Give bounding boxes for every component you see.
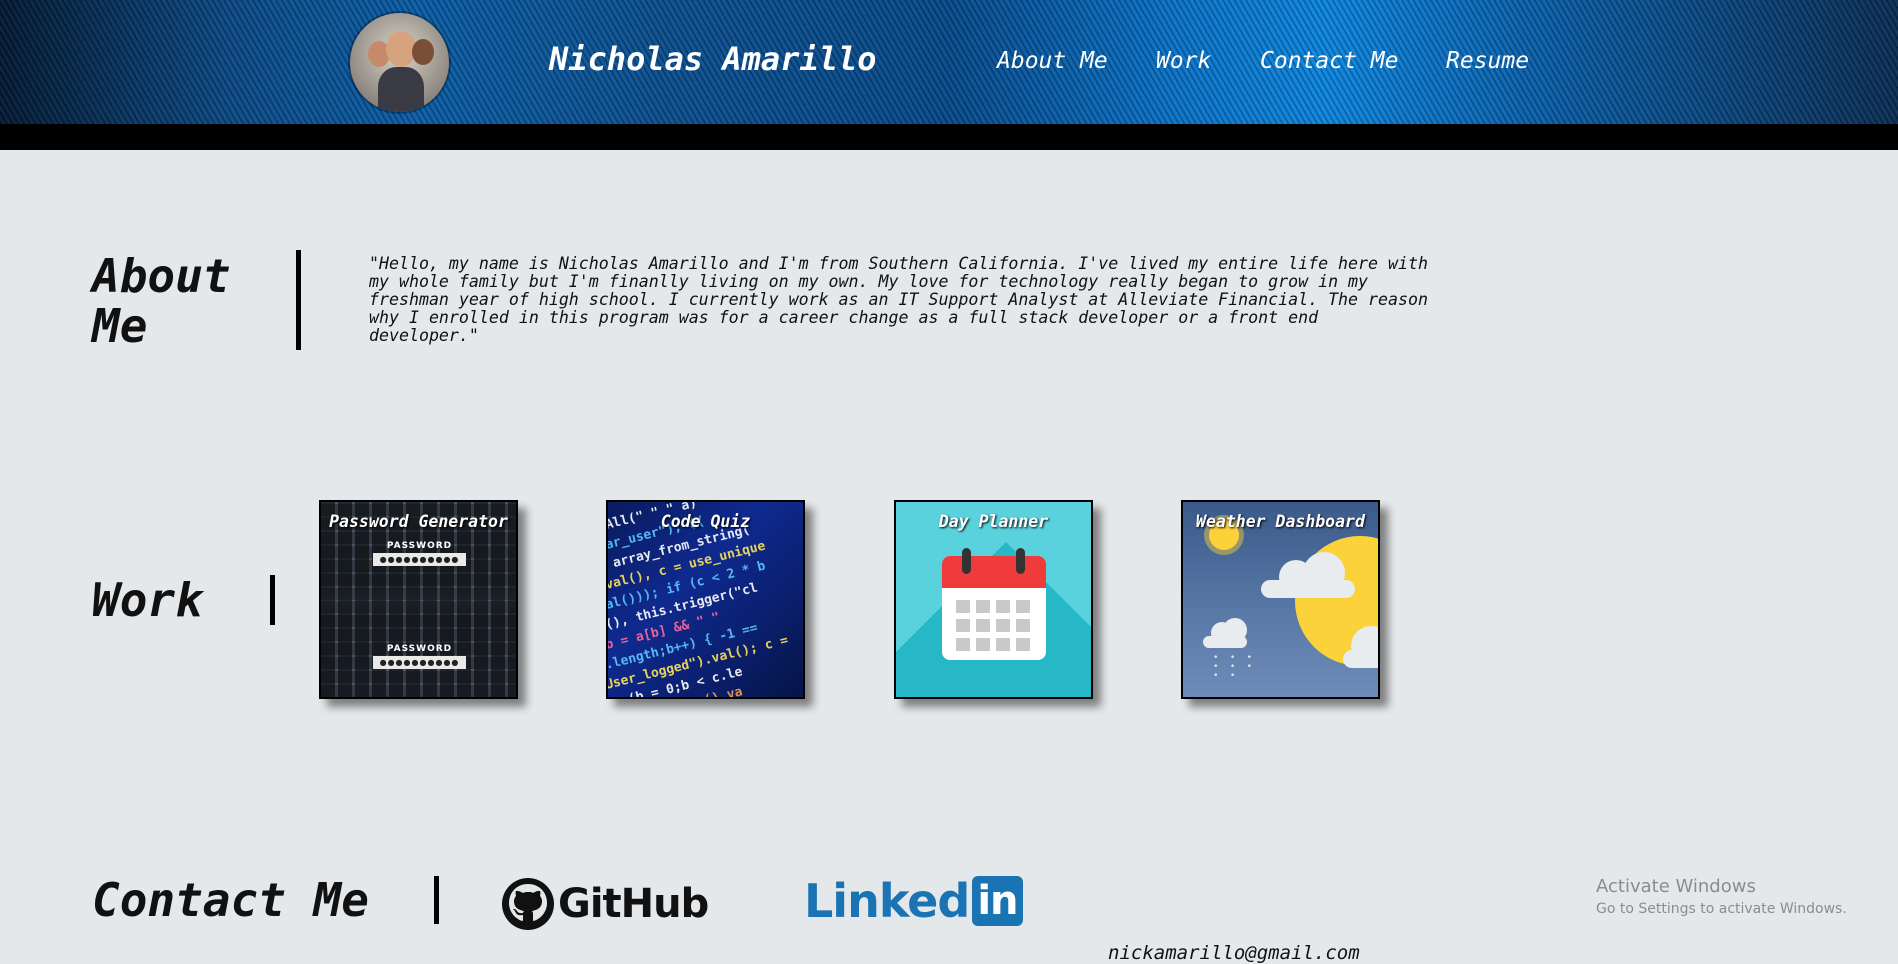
linkedin-link[interactable]: Linked in (804, 874, 1023, 928)
activate-windows-title: Activate Windows (1596, 876, 1756, 897)
calendar-ring (962, 548, 971, 574)
password-caption: PASSWORD (386, 644, 453, 654)
project-label: Code Quiz (660, 512, 751, 531)
linkedin-wordmark: Linked (804, 874, 970, 928)
header-divider-bar (0, 124, 1898, 150)
github-wordmark: GitHub (558, 881, 709, 927)
project-label: Day Planner (938, 512, 1049, 531)
project-card-weather-dashboard[interactable]: • • • • • • • • Weather Dashboard (1181, 500, 1380, 699)
password-field-graphic: PASSWORD ●●●●●●●●●● (373, 541, 466, 566)
password-dots: ●●●●●●●●●● (373, 656, 466, 669)
contact-divider (434, 876, 439, 924)
project-card-password-generator[interactable]: PASSWORD ●●●●●●●●●● PASSWORD ●●●●●●●●●● … (319, 500, 518, 699)
site-title: Nicholas Amarillo (549, 40, 877, 78)
nav-contact-me[interactable]: Contact Me (1260, 48, 1398, 74)
password-dots: ●●●●●●●●●● (373, 553, 466, 566)
linkedin-in-icon: in (972, 876, 1023, 926)
nav-work[interactable]: Work (1156, 48, 1211, 74)
calendar-icon (942, 556, 1046, 660)
about-heading: About Me (92, 249, 231, 353)
activate-windows-subtitle: Go to Settings to activate Windows. (1596, 901, 1847, 917)
work-divider (270, 575, 275, 625)
github-link[interactable]: GitHub (502, 878, 709, 930)
password-field-graphic: PASSWORD ●●●●●●●●●● (373, 644, 466, 669)
site-header: Nicholas Amarillo About Me Work Contact … (0, 0, 1898, 124)
github-icon (502, 878, 554, 930)
nav-about-me[interactable]: About Me (997, 48, 1108, 74)
email-link[interactable]: nickamarillo@gmail.com (1108, 942, 1360, 964)
project-card-code-quiz[interactable]: eAll(" " " a) var_user"); $( = array_fro… (606, 500, 805, 699)
about-text: "Hello, my name is Nicholas Amarillo and… (369, 254, 1428, 345)
project-card-day-planner[interactable]: Day Planner (894, 500, 1093, 699)
contact-heading: Contact Me (92, 873, 369, 927)
project-label: Password Generator (329, 512, 508, 531)
calendar-ring (1016, 548, 1025, 574)
profile-avatar (350, 13, 449, 112)
nav-resume[interactable]: Resume (1446, 48, 1529, 74)
password-caption: PASSWORD (386, 541, 453, 551)
work-heading: Work (92, 573, 203, 627)
about-divider (296, 250, 301, 350)
project-label: Weather Dashboard (1196, 512, 1365, 531)
